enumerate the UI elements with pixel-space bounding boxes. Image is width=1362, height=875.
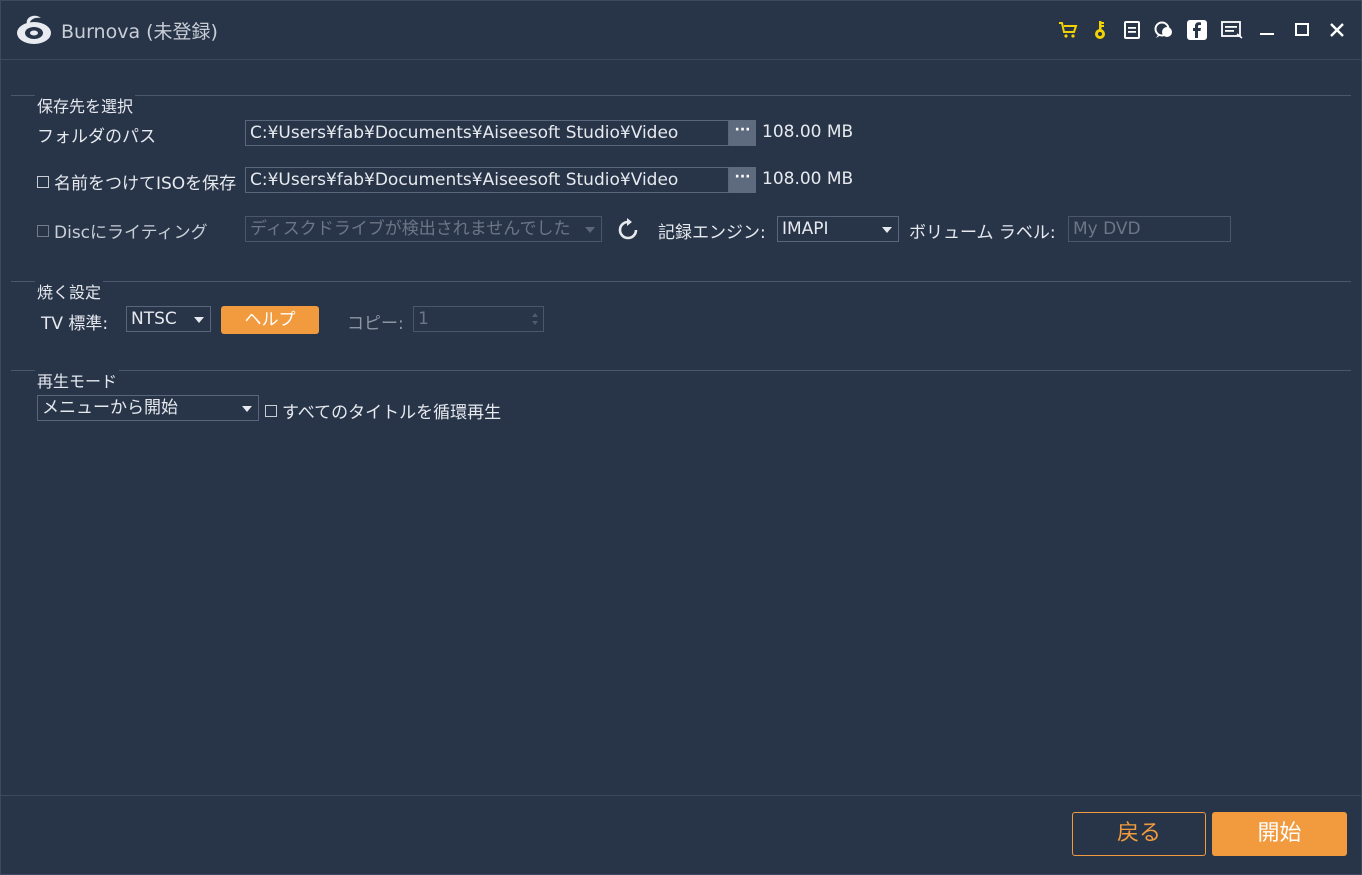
iso-save-option[interactable]: 名前をつけてISOを保存	[37, 169, 236, 194]
copy-value: 1	[418, 309, 429, 329]
volume-label-input[interactable]: My DVD	[1068, 216, 1231, 242]
engine-label: 記録エンジン:	[658, 223, 766, 243]
chevron-down-icon	[585, 227, 595, 233]
feedback-icon[interactable]	[1153, 19, 1175, 41]
disc-write-option[interactable]: Discにライティング	[37, 218, 208, 243]
footer-divider	[1, 795, 1361, 796]
disc-write-label: Discにライティング	[54, 223, 208, 243]
playback-mode-select[interactable]: メニューから開始	[37, 395, 259, 421]
minimize-icon[interactable]	[1256, 19, 1278, 41]
folder-size: 108.00 MB	[762, 122, 854, 142]
facebook-icon[interactable]	[1186, 19, 1208, 41]
loop-all-label: すべてのタイトルを循環再生	[282, 403, 502, 423]
refresh-icon[interactable]	[615, 217, 641, 243]
start-button[interactable]: 開始	[1212, 812, 1347, 856]
spinner-arrows-icon[interactable]	[531, 310, 539, 328]
loop-all-option[interactable]: すべてのタイトルを循環再生	[265, 398, 501, 423]
tv-standard-select[interactable]: NTSC	[126, 306, 211, 332]
copy-label: コピー:	[347, 314, 404, 334]
iso-checkbox[interactable]	[37, 176, 49, 188]
menu-icon[interactable]	[1221, 19, 1243, 41]
engine-select[interactable]: IMAPI	[777, 216, 899, 242]
register-icon[interactable]	[1121, 19, 1143, 41]
back-button[interactable]: 戻る	[1072, 812, 1206, 856]
maximize-icon[interactable]	[1291, 19, 1313, 41]
main-window: Burnova (未登録) 保存先を選択 フォルダのパス C:¥Users¥fa…	[0, 0, 1362, 875]
folder-browse-button[interactable]: ···	[729, 120, 756, 146]
cart-icon[interactable]	[1057, 19, 1079, 41]
iso-size: 108.00 MB	[762, 169, 854, 189]
iso-browse-button[interactable]: ···	[729, 167, 756, 193]
tv-standard-value: NTSC	[131, 309, 177, 329]
disc-drive-select[interactable]: ディスクドライブが検出されませんでした	[245, 216, 602, 242]
iso-save-label: 名前をつけてISOを保存	[54, 174, 237, 194]
copy-spinbox[interactable]: 1	[413, 306, 544, 332]
section-divider	[11, 95, 1351, 96]
save-section-title: 保存先を選択	[35, 93, 136, 117]
engine-value: IMAPI	[782, 219, 829, 239]
loop-checkbox[interactable]	[265, 405, 277, 417]
chevron-down-icon	[882, 227, 892, 233]
help-button[interactable]: ヘルプ	[221, 306, 319, 334]
disc-drive-value: ディスクドライブが検出されませんでした	[250, 219, 571, 239]
burnova-logo-icon	[15, 12, 53, 48]
folder-path-field[interactable]: C:¥Users¥fab¥Documents¥Aiseesoft Studio¥…	[245, 120, 729, 146]
burn-section-title: 焼く設定	[35, 279, 104, 303]
title-bar: Burnova (未登録)	[1, 1, 1361, 60]
section-divider	[11, 281, 1351, 282]
app-title: Burnova (未登録)	[61, 21, 218, 43]
chevron-down-icon	[194, 317, 204, 323]
playback-section-title: 再生モード	[35, 368, 120, 392]
section-divider	[11, 370, 1351, 371]
playback-mode-value: メニューから開始	[42, 398, 178, 418]
close-icon[interactable]	[1326, 19, 1348, 41]
key-icon[interactable]	[1089, 19, 1111, 41]
tv-standard-label: TV 標準:	[41, 314, 109, 334]
volume-label: ボリューム ラベル:	[909, 223, 1056, 243]
folder-path-label: フォルダのパス	[37, 127, 156, 147]
chevron-down-icon	[242, 406, 252, 412]
disc-checkbox[interactable]	[37, 225, 49, 237]
iso-path-field[interactable]: C:¥Users¥fab¥Documents¥Aiseesoft Studio¥…	[245, 167, 729, 193]
